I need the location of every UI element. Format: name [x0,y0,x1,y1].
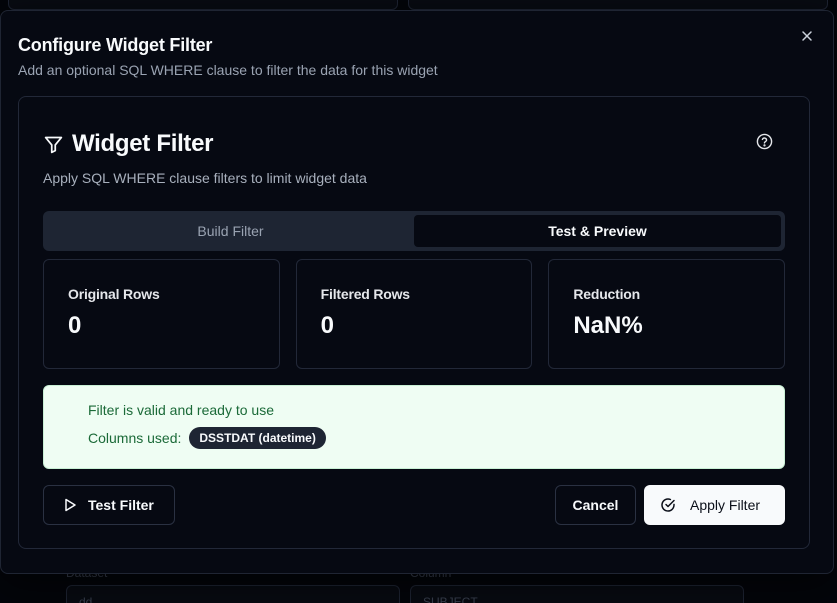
close-icon[interactable] [799,28,815,44]
apply-filter-button[interactable]: Apply Filter [644,485,785,525]
test-filter-label: Test Filter [88,497,154,513]
apply-filter-label: Apply Filter [690,497,761,513]
tab-test-preview[interactable]: Test & Preview [414,215,781,247]
dialog-title: Configure Widget Filter [18,35,213,55]
question-circle-icon[interactable] [756,133,773,150]
stats-row: Original Rows 0 Filtered Rows 0 Reductio… [43,259,786,369]
filter-tabs: Build Filter Test & Preview [43,211,785,251]
check-circle-icon [661,498,675,512]
play-icon [65,498,76,512]
card-title: Widget Filter [72,130,214,157]
validation-alert: Filter is valid and ready to use Columns… [43,385,785,469]
columns-used-label: Columns used: [88,430,182,446]
background-select: SUBJECT [410,585,744,603]
stat-label: Reduction [573,286,640,302]
stat-value: 0 [68,312,82,339]
stat-value: NaN% [573,312,643,339]
background-card [8,0,398,10]
stat-value: 0 [320,312,335,339]
stat-filtered-rows: Filtered Rows 0 [295,259,533,369]
stat-label: Filtered Rows [320,286,410,302]
funnel-icon [44,136,63,153]
columns-used: Columns used: DSSTDAT (datetime) [88,427,740,449]
stat-reduction: Reduction NaN% [548,259,786,369]
widget-filter-card: Widget Filter Apply SQL WHERE clause fil… [18,96,810,549]
test-filter-button[interactable]: Test Filter [43,485,175,525]
configure-filter-dialog: Configure Widget Filter Add an optional … [0,10,834,574]
card-description: Apply SQL WHERE clause filters to limit … [43,170,367,186]
background-select: dd [66,585,400,603]
dialog-description: Add an optional SQL WHERE clause to filt… [18,62,438,78]
background-card [408,0,828,10]
tab-build-filter[interactable]: Build Filter [47,215,414,247]
cancel-button[interactable]: Cancel [555,485,636,525]
validation-message: Filter is valid and ready to use [88,402,274,418]
stat-original-rows: Original Rows 0 [43,259,280,369]
column-badge: DSSTDAT (datetime) [189,427,326,449]
card-header: Widget Filter [43,130,214,158]
stat-label: Original Rows [68,286,160,302]
